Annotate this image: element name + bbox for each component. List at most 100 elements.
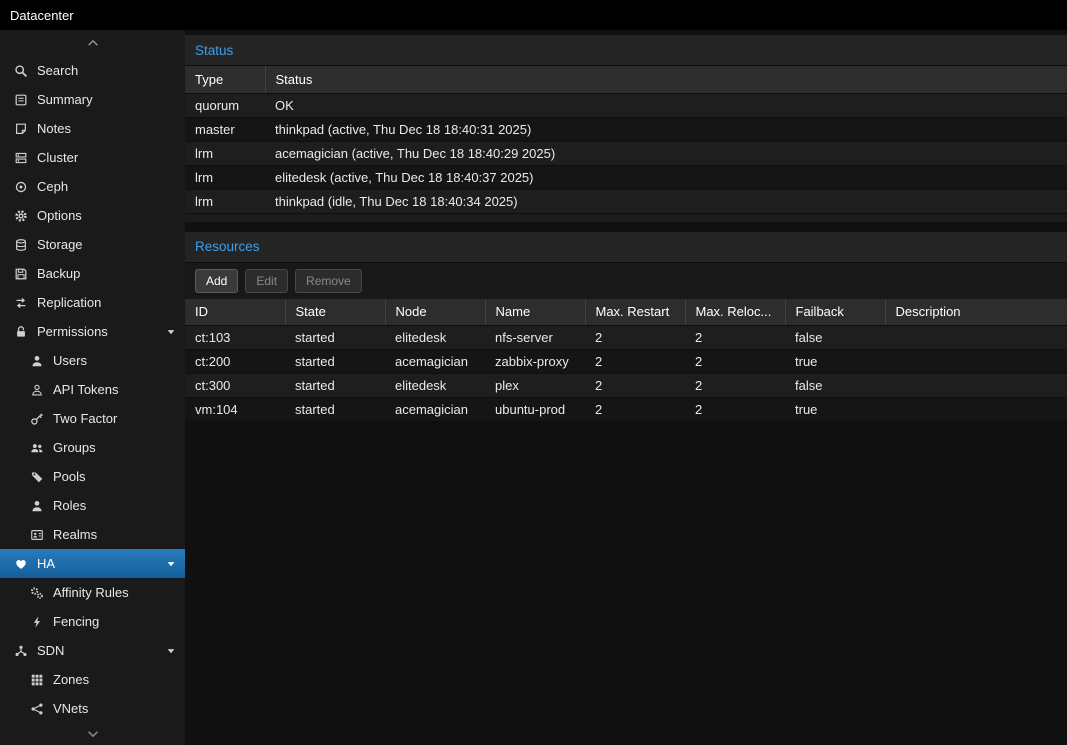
table-row[interactable]: vm:104 started acemagician ubuntu-prod 2…	[185, 398, 1067, 422]
sidebar-item-sdn[interactable]: SDN	[0, 636, 185, 665]
sidebar-item-label: Options	[37, 208, 82, 223]
sidebar-item-ceph[interactable]: Ceph	[0, 172, 185, 201]
sidebar-item-storage[interactable]: Storage	[0, 230, 185, 259]
sidebar-item-ha[interactable]: HA	[0, 549, 185, 578]
cell-type: lrm	[185, 165, 265, 189]
table-row[interactable]: ct:103 started elitedesk nfs-server 2 2 …	[185, 326, 1067, 350]
summary-icon	[14, 93, 28, 107]
scroll-up-icon[interactable]	[0, 36, 185, 52]
column-header-type[interactable]: Type	[185, 66, 265, 93]
cell-id: ct:103	[185, 326, 285, 350]
sidebar-item-realms[interactable]: Realms	[0, 520, 185, 549]
column-header-name[interactable]: Name	[485, 299, 585, 326]
cell-name: ubuntu-prod	[485, 398, 585, 422]
cluster-icon	[14, 151, 28, 165]
remove-button[interactable]: Remove	[295, 269, 362, 293]
table-row[interactable]: lrm acemagician (active, Thu Dec 18 18:4…	[185, 141, 1067, 165]
scroll-down-icon[interactable]	[0, 727, 185, 743]
cell-description	[885, 398, 1067, 422]
column-header-description[interactable]: Description	[885, 299, 1067, 326]
table-row[interactable]: master thinkpad (active, Thu Dec 18 18:4…	[185, 117, 1067, 141]
column-header-node[interactable]: Node	[385, 299, 485, 326]
notes-icon	[14, 122, 28, 136]
storage-icon	[14, 238, 28, 252]
column-header-state[interactable]: State	[285, 299, 385, 326]
sidebar-item-label: Pools	[53, 469, 86, 484]
sidebar-item-api-tokens[interactable]: API Tokens	[0, 375, 185, 404]
sidebar-item-zones[interactable]: Zones	[0, 665, 185, 694]
cell-status: acemagician (active, Thu Dec 18 18:40:29…	[265, 141, 1067, 165]
cell-state: started	[285, 374, 385, 398]
cell-id: vm:104	[185, 398, 285, 422]
sidebar-item-label: Affinity Rules	[53, 585, 129, 600]
role-icon	[30, 499, 44, 513]
sidebar-item-fencing[interactable]: Fencing	[0, 607, 185, 636]
sidebar-item-vnets[interactable]: VNets	[0, 694, 185, 723]
chevron-down-icon[interactable]	[165, 645, 177, 657]
sidebar-item-options[interactable]: Options	[0, 201, 185, 230]
resources-panel: Resources Add Edit Remove ID State	[185, 232, 1067, 423]
cell-description	[885, 326, 1067, 350]
user-outline-icon	[30, 383, 44, 397]
edit-button[interactable]: Edit	[245, 269, 288, 293]
sidebar-item-backup[interactable]: Backup	[0, 259, 185, 288]
cell-failback: true	[785, 398, 885, 422]
cell-name: zabbix-proxy	[485, 350, 585, 374]
cell-state: started	[285, 398, 385, 422]
key-icon	[30, 412, 44, 426]
content-area: Status Type Status quorum OK	[185, 30, 1067, 745]
cell-status: OK	[265, 93, 1067, 117]
sidebar-item-replication[interactable]: Replication	[0, 288, 185, 317]
gear-icon	[14, 209, 28, 223]
column-header-status[interactable]: Status	[265, 66, 1067, 93]
users-icon	[30, 441, 44, 455]
sidebar-item-label: Realms	[53, 527, 97, 542]
sidebar-item-label: Storage	[37, 237, 83, 252]
sidebar-item-affinity-rules[interactable]: Affinity Rules	[0, 578, 185, 607]
search-icon	[14, 64, 28, 78]
cell-node: acemagician	[385, 350, 485, 374]
cell-state: started	[285, 350, 385, 374]
table-row[interactable]: lrm thinkpad (idle, Thu Dec 18 18:40:34 …	[185, 189, 1067, 213]
sidebar-item-summary[interactable]: Summary	[0, 85, 185, 114]
sidebar-item-roles[interactable]: Roles	[0, 491, 185, 520]
column-header-failback[interactable]: Failback	[785, 299, 885, 326]
column-header-id[interactable]: ID	[185, 299, 285, 326]
table-row[interactable]: lrm elitedesk (active, Thu Dec 18 18:40:…	[185, 165, 1067, 189]
table-row[interactable]: quorum OK	[185, 93, 1067, 117]
sidebar-item-two-factor[interactable]: Two Factor	[0, 404, 185, 433]
add-button[interactable]: Add	[195, 269, 238, 293]
sidebar-item-groups[interactable]: Groups	[0, 433, 185, 462]
column-header-max-relocate[interactable]: Max. Reloc...	[685, 299, 785, 326]
sidebar-item-users[interactable]: Users	[0, 346, 185, 375]
sidebar-item-permissions[interactable]: Permissions	[0, 317, 185, 346]
cell-name: nfs-server	[485, 326, 585, 350]
sidebar-item-notes[interactable]: Notes	[0, 114, 185, 143]
cell-max-reloc: 2	[685, 374, 785, 398]
resources-panel-header: Resources	[185, 232, 1067, 263]
cell-failback: true	[785, 350, 885, 374]
status-table: Type Status quorum OK master thinkpad (a…	[185, 66, 1067, 214]
sidebar-item-cluster[interactable]: Cluster	[0, 143, 185, 172]
sidebar: Search Summary Notes Cluster Ceph Option…	[0, 30, 185, 745]
sidebar-item-label: Zones	[53, 672, 89, 687]
sidebar-item-label: API Tokens	[53, 382, 119, 397]
table-row[interactable]: ct:200 started acemagician zabbix-proxy …	[185, 350, 1067, 374]
cell-node: elitedesk	[385, 374, 485, 398]
sidebar-item-pools[interactable]: Pools	[0, 462, 185, 491]
status-table-header-row: Type Status	[185, 66, 1067, 93]
column-header-max-restart[interactable]: Max. Restart	[585, 299, 685, 326]
sidebar-item-search[interactable]: Search	[0, 56, 185, 85]
network-icon	[14, 644, 28, 658]
status-panel: Status Type Status quorum OK	[185, 35, 1067, 222]
sidebar-item-label: HA	[37, 556, 55, 571]
table-row[interactable]: ct:300 started elitedesk plex 2 2 false	[185, 374, 1067, 398]
chevron-down-icon[interactable]	[165, 558, 177, 570]
chevron-down-icon[interactable]	[165, 326, 177, 338]
cell-status: elitedesk (active, Thu Dec 18 18:40:37 2…	[265, 165, 1067, 189]
status-panel-footer	[185, 214, 1067, 222]
cell-max-restart: 2	[585, 350, 685, 374]
sidebar-item-label: Permissions	[37, 324, 108, 339]
cell-max-restart: 2	[585, 374, 685, 398]
sidebar-item-label: Two Factor	[53, 411, 117, 426]
